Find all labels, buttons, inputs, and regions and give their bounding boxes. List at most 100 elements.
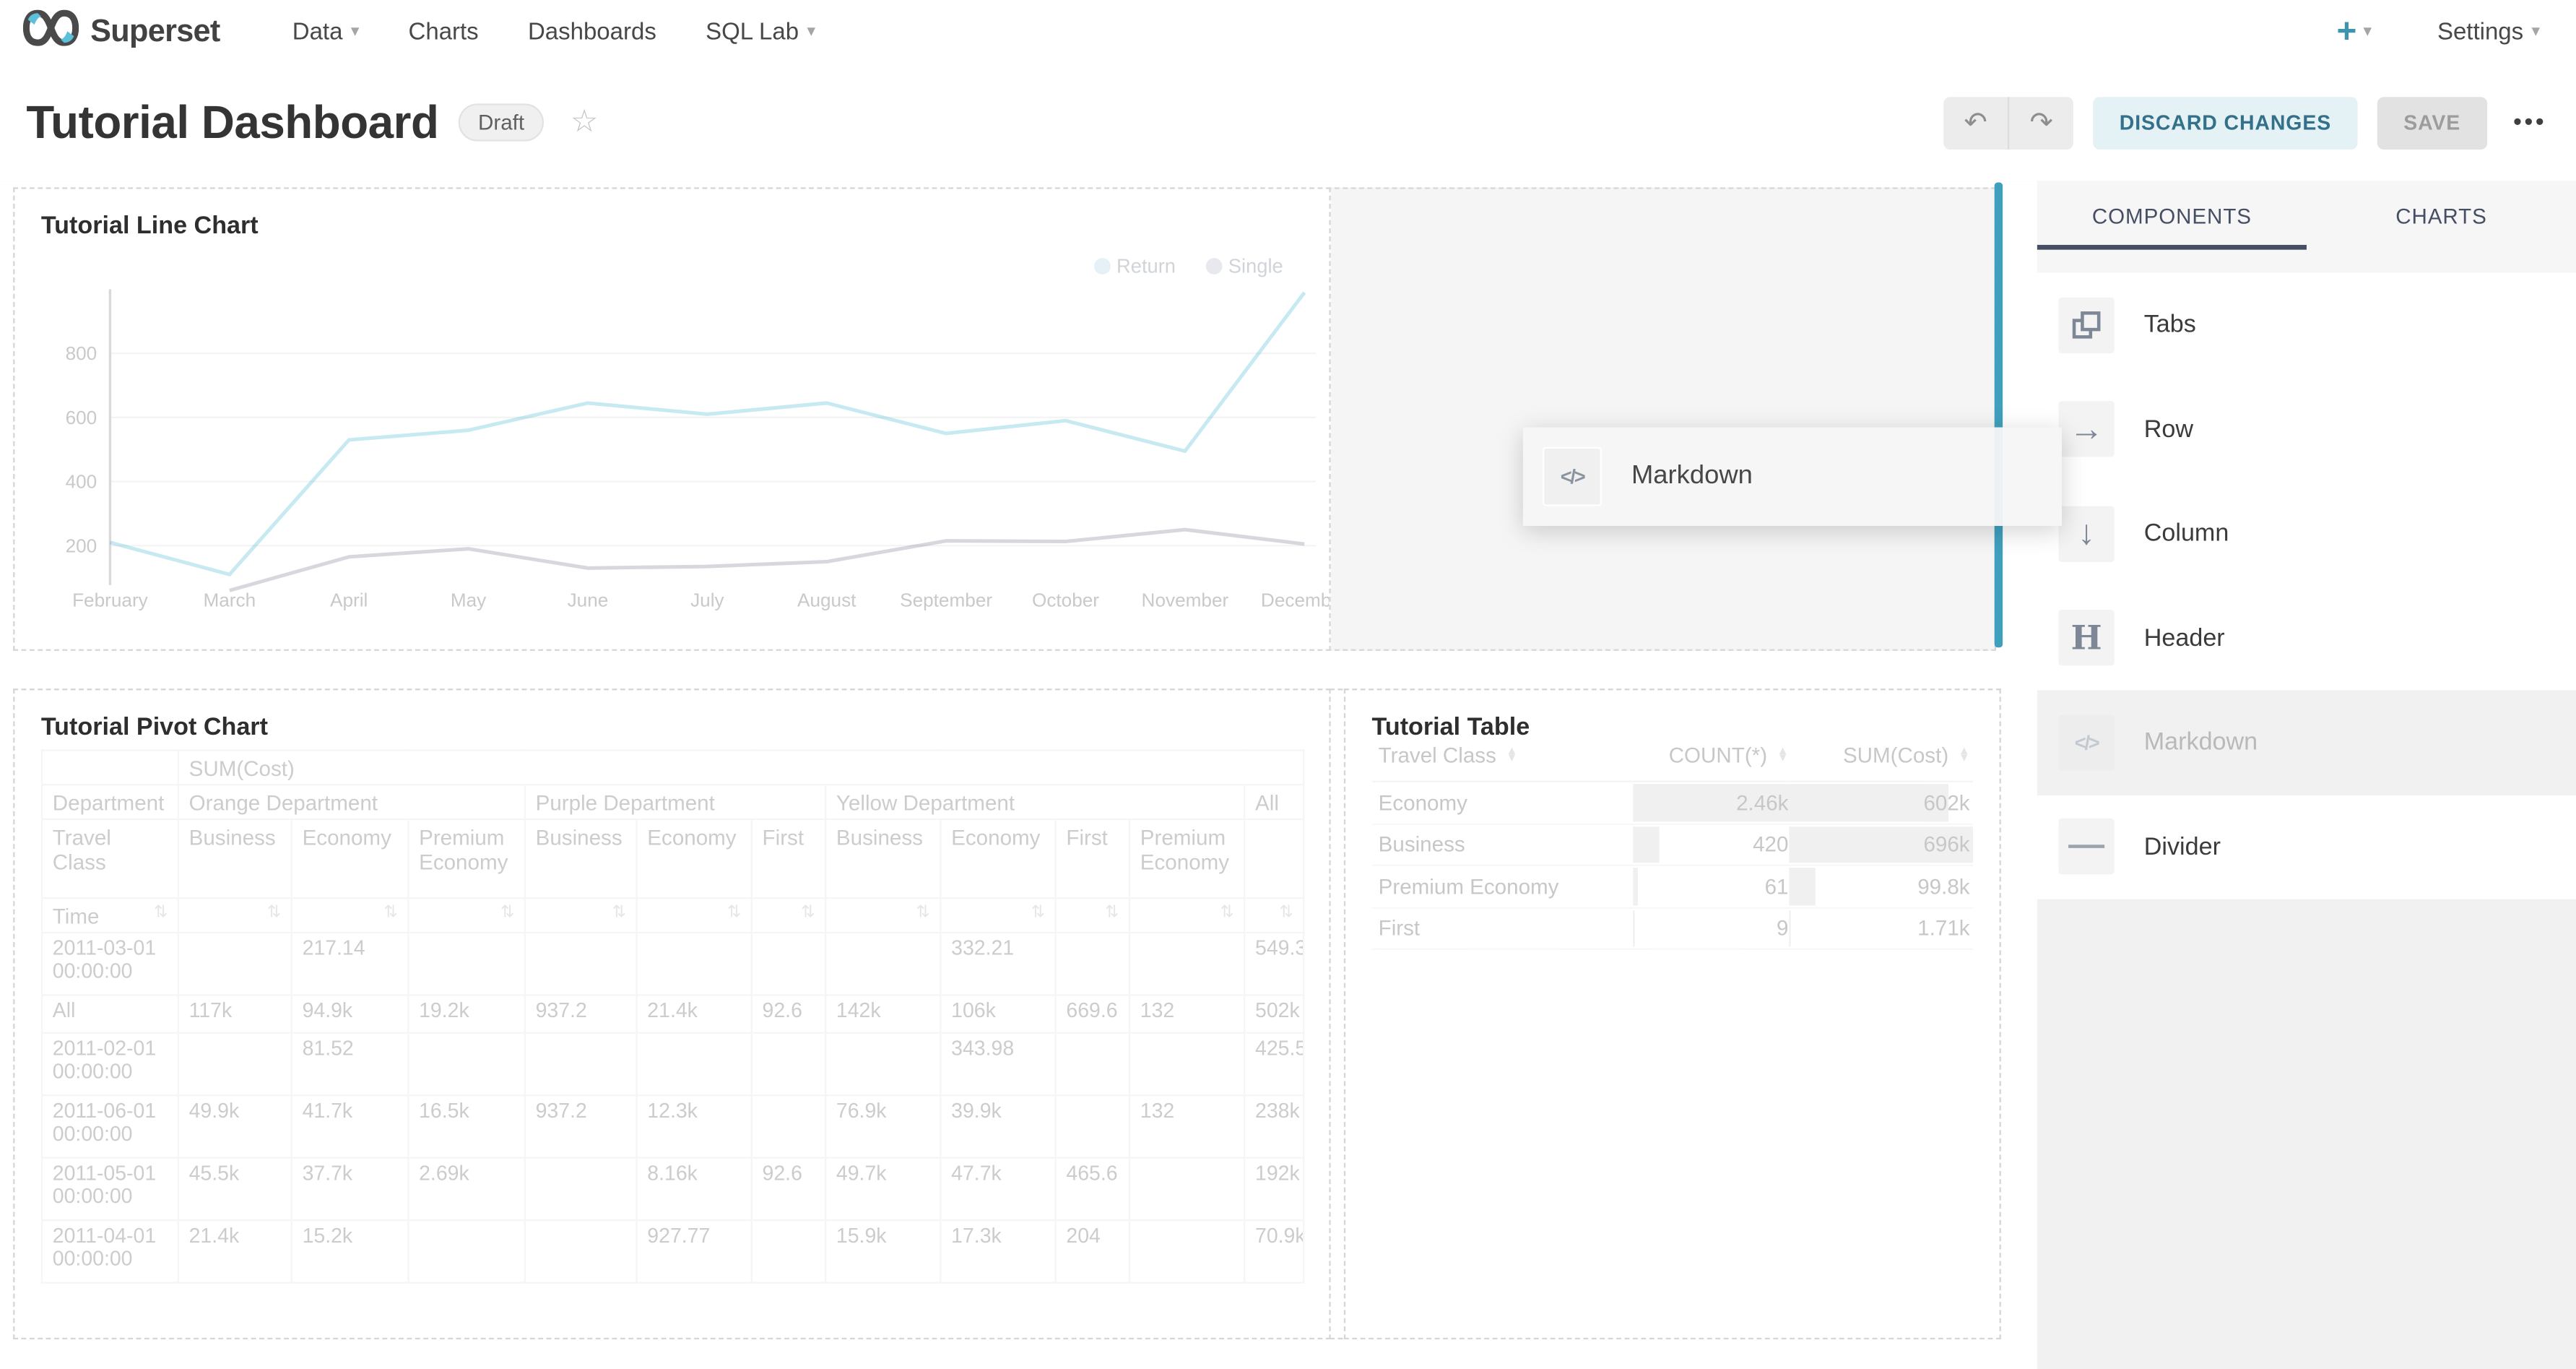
pivot-row-label: 2011-06-01 00:00:00	[42, 1095, 178, 1157]
cell-travel-class: First	[1372, 908, 1634, 949]
discard-changes-button[interactable]: DISCARD CHANGES	[2093, 96, 2357, 149]
settings-menu[interactable]: Settings ▾	[2437, 19, 2540, 45]
pivot-sort-control[interactable]: ⇅	[1129, 898, 1244, 933]
pivot-value-cell: 937.2	[525, 995, 637, 1032]
superset-logo[interactable]: Superset	[23, 10, 220, 54]
pivot-sort-control[interactable]: ⇅	[752, 898, 825, 933]
pivot-value-cell: 238k	[1244, 1095, 1304, 1157]
undo-button[interactable]: ↶	[1943, 96, 2009, 149]
header-actions: ↶ ↷ DISCARD CHANGES SAVE •••	[1943, 96, 2546, 149]
pivot-value-cell: 927.77	[637, 1220, 752, 1282]
pivot-value-cell: 669.6	[1056, 995, 1129, 1032]
markdown-icon: </>	[2058, 714, 2114, 770]
pivot-class-label: Travel Class	[42, 819, 178, 898]
sidebar-item-label: Header	[2144, 624, 2225, 652]
pivot-sort-control[interactable]: ⇅	[940, 898, 1055, 933]
nav-label: Dashboards	[528, 19, 656, 45]
sidebar-item-tabs[interactable]: Tabs	[2037, 273, 2576, 377]
nav-item-sql-lab[interactable]: SQL Lab▾	[706, 19, 815, 45]
tabs-icon	[2058, 297, 2114, 353]
pivot-value-cell	[825, 933, 940, 995]
table-row[interactable]: Premium Economy6199.8k	[1372, 866, 1974, 908]
pivot-sort-control[interactable]: ⇅	[825, 898, 940, 933]
pivot-value-cell	[525, 933, 637, 995]
pivot-value-cell: 343.98	[940, 1033, 1055, 1095]
sort-icon[interactable]: ▲▼	[1506, 749, 1518, 761]
pivot-class-col: Economy	[292, 819, 409, 898]
tab-components[interactable]: COMPONENTS	[2037, 181, 2307, 250]
table-chart-card[interactable]: Tutorial Table Travel Class▲▼COUNT(*)▲▼S…	[1344, 688, 2001, 1339]
pivot-value-cell: 94.9k	[292, 995, 409, 1032]
sidebar-item-header[interactable]: HHeader	[2037, 586, 2576, 690]
plus-icon: +	[2337, 14, 2357, 49]
col-header-sum-cost[interactable]: SUM(Cost)▲▼	[1788, 743, 1973, 767]
row-icon: →	[2058, 402, 2114, 457]
cell-count: 61	[1634, 866, 1789, 907]
sidebar-item-markdown[interactable]: </> Markdown	[2037, 690, 2576, 794]
sort-icon[interactable]: ▲▼	[1777, 749, 1789, 761]
pivot-value-cell: 2.69k	[408, 1158, 525, 1220]
dashboard-row-2[interactable]: Tutorial Pivot Chart SUM(Cost)Department…	[13, 688, 2001, 1339]
tab-charts[interactable]: CHARTS	[2307, 181, 2576, 250]
page-title[interactable]: Tutorial Dashboard	[26, 96, 438, 149]
pivot-time-label[interactable]: Time⇅	[42, 898, 178, 933]
pivot-chart-card[interactable]: Tutorial Pivot Chart SUM(Cost)Department…	[13, 688, 1330, 1339]
pivot-value-cell: 45.5k	[178, 1158, 292, 1220]
undo-redo-group: ↶ ↷	[1943, 96, 2073, 149]
status-badge: Draft	[459, 103, 545, 141]
more-options-button[interactable]: •••	[2513, 108, 2546, 137]
pivot-dept-group: Purple Department	[525, 785, 825, 819]
sidebar-item-label: Markdown	[2144, 728, 2258, 756]
pivot-value-cell: 502k	[1244, 995, 1304, 1032]
navbar-right: + ▾ Settings ▾	[2337, 14, 2540, 49]
pivot-sort-control[interactable]: ⇅	[408, 898, 525, 933]
table-row[interactable]: Economy2.46k602k	[1372, 782, 1974, 824]
svg-text:December: December	[1261, 589, 1329, 610]
pivot-sort-control[interactable]: ⇅	[525, 898, 637, 933]
pivot-class-col: Premium Economy	[1129, 819, 1244, 898]
builder-sidebar: COMPONENTSCHARTS Tabs→Row↓ColumnHHeader<…	[2037, 181, 2576, 1369]
favorite-star-icon[interactable]: ☆	[571, 103, 599, 141]
pivot-dept-label: Department	[42, 785, 178, 819]
pivot-value-cell	[752, 1095, 825, 1157]
pivot-row-label: 2011-03-01 00:00:00	[42, 933, 178, 995]
table-row[interactable]: First91.71k	[1372, 908, 1974, 950]
pivot-value-cell: 92.6	[752, 995, 825, 1032]
pivot-class-col: Business	[178, 819, 292, 898]
pivot-sort-control[interactable]: ⇅	[1244, 898, 1304, 933]
save-button[interactable]: SAVE	[2377, 96, 2487, 149]
nav-item-charts[interactable]: Charts	[409, 19, 479, 45]
sidebar-item-divider[interactable]: Divider	[2037, 795, 2576, 899]
sidebar-item-row[interactable]: →Row	[2037, 377, 2576, 481]
nav-label: SQL Lab	[706, 19, 799, 45]
cell-count: 9	[1634, 908, 1789, 949]
svg-text:July: July	[690, 589, 724, 610]
pivot-dept-group: Orange Department	[178, 785, 525, 819]
dashboard-header: Tutorial Dashboard Draft ☆ ↶ ↷ DISCARD C…	[0, 64, 2576, 183]
pivot-value-cell: 16.5k	[408, 1095, 525, 1157]
new-item-button[interactable]: + ▾	[2337, 14, 2372, 49]
drag-preview-markdown[interactable]: </> Markdown	[1523, 427, 2062, 525]
pivot-sort-control[interactable]: ⇅	[292, 898, 409, 933]
nav-item-data[interactable]: Data▾	[292, 19, 360, 45]
col-header-count[interactable]: COUNT(*)▲▼	[1634, 743, 1789, 767]
dashboard-row-1[interactable]: Tutorial Line Chart ReturnSingle 2004006…	[13, 187, 1996, 651]
pivot-value-cell: 142k	[825, 995, 940, 1032]
table-row[interactable]: Business420696k	[1372, 824, 1974, 866]
pivot-sort-control[interactable]: ⇅	[1056, 898, 1129, 933]
nav-item-dashboards[interactable]: Dashboards	[528, 19, 656, 45]
pivot-sort-control[interactable]: ⇅	[637, 898, 752, 933]
sort-icon[interactable]: ▲▼	[1959, 749, 1970, 761]
pivot-dept-group: All	[1244, 785, 1304, 819]
pivot-sort-control[interactable]: ⇅	[178, 898, 292, 933]
pivot-value-cell	[178, 933, 292, 995]
cell-count: 2.46k	[1634, 782, 1789, 823]
pivot-class-col: Business	[525, 819, 637, 898]
bar-chart-fill	[1788, 910, 1789, 946]
pivot-value-cell	[408, 1220, 525, 1282]
redo-button[interactable]: ↷	[2009, 96, 2073, 149]
sidebar-item-column[interactable]: ↓Column	[2037, 482, 2576, 586]
col-header-travel-class[interactable]: Travel Class▲▼	[1372, 743, 1634, 767]
line-chart-card[interactable]: Tutorial Line Chart ReturnSingle 2004006…	[13, 187, 1330, 651]
pivot-value-cell: 76.9k	[825, 1095, 940, 1157]
